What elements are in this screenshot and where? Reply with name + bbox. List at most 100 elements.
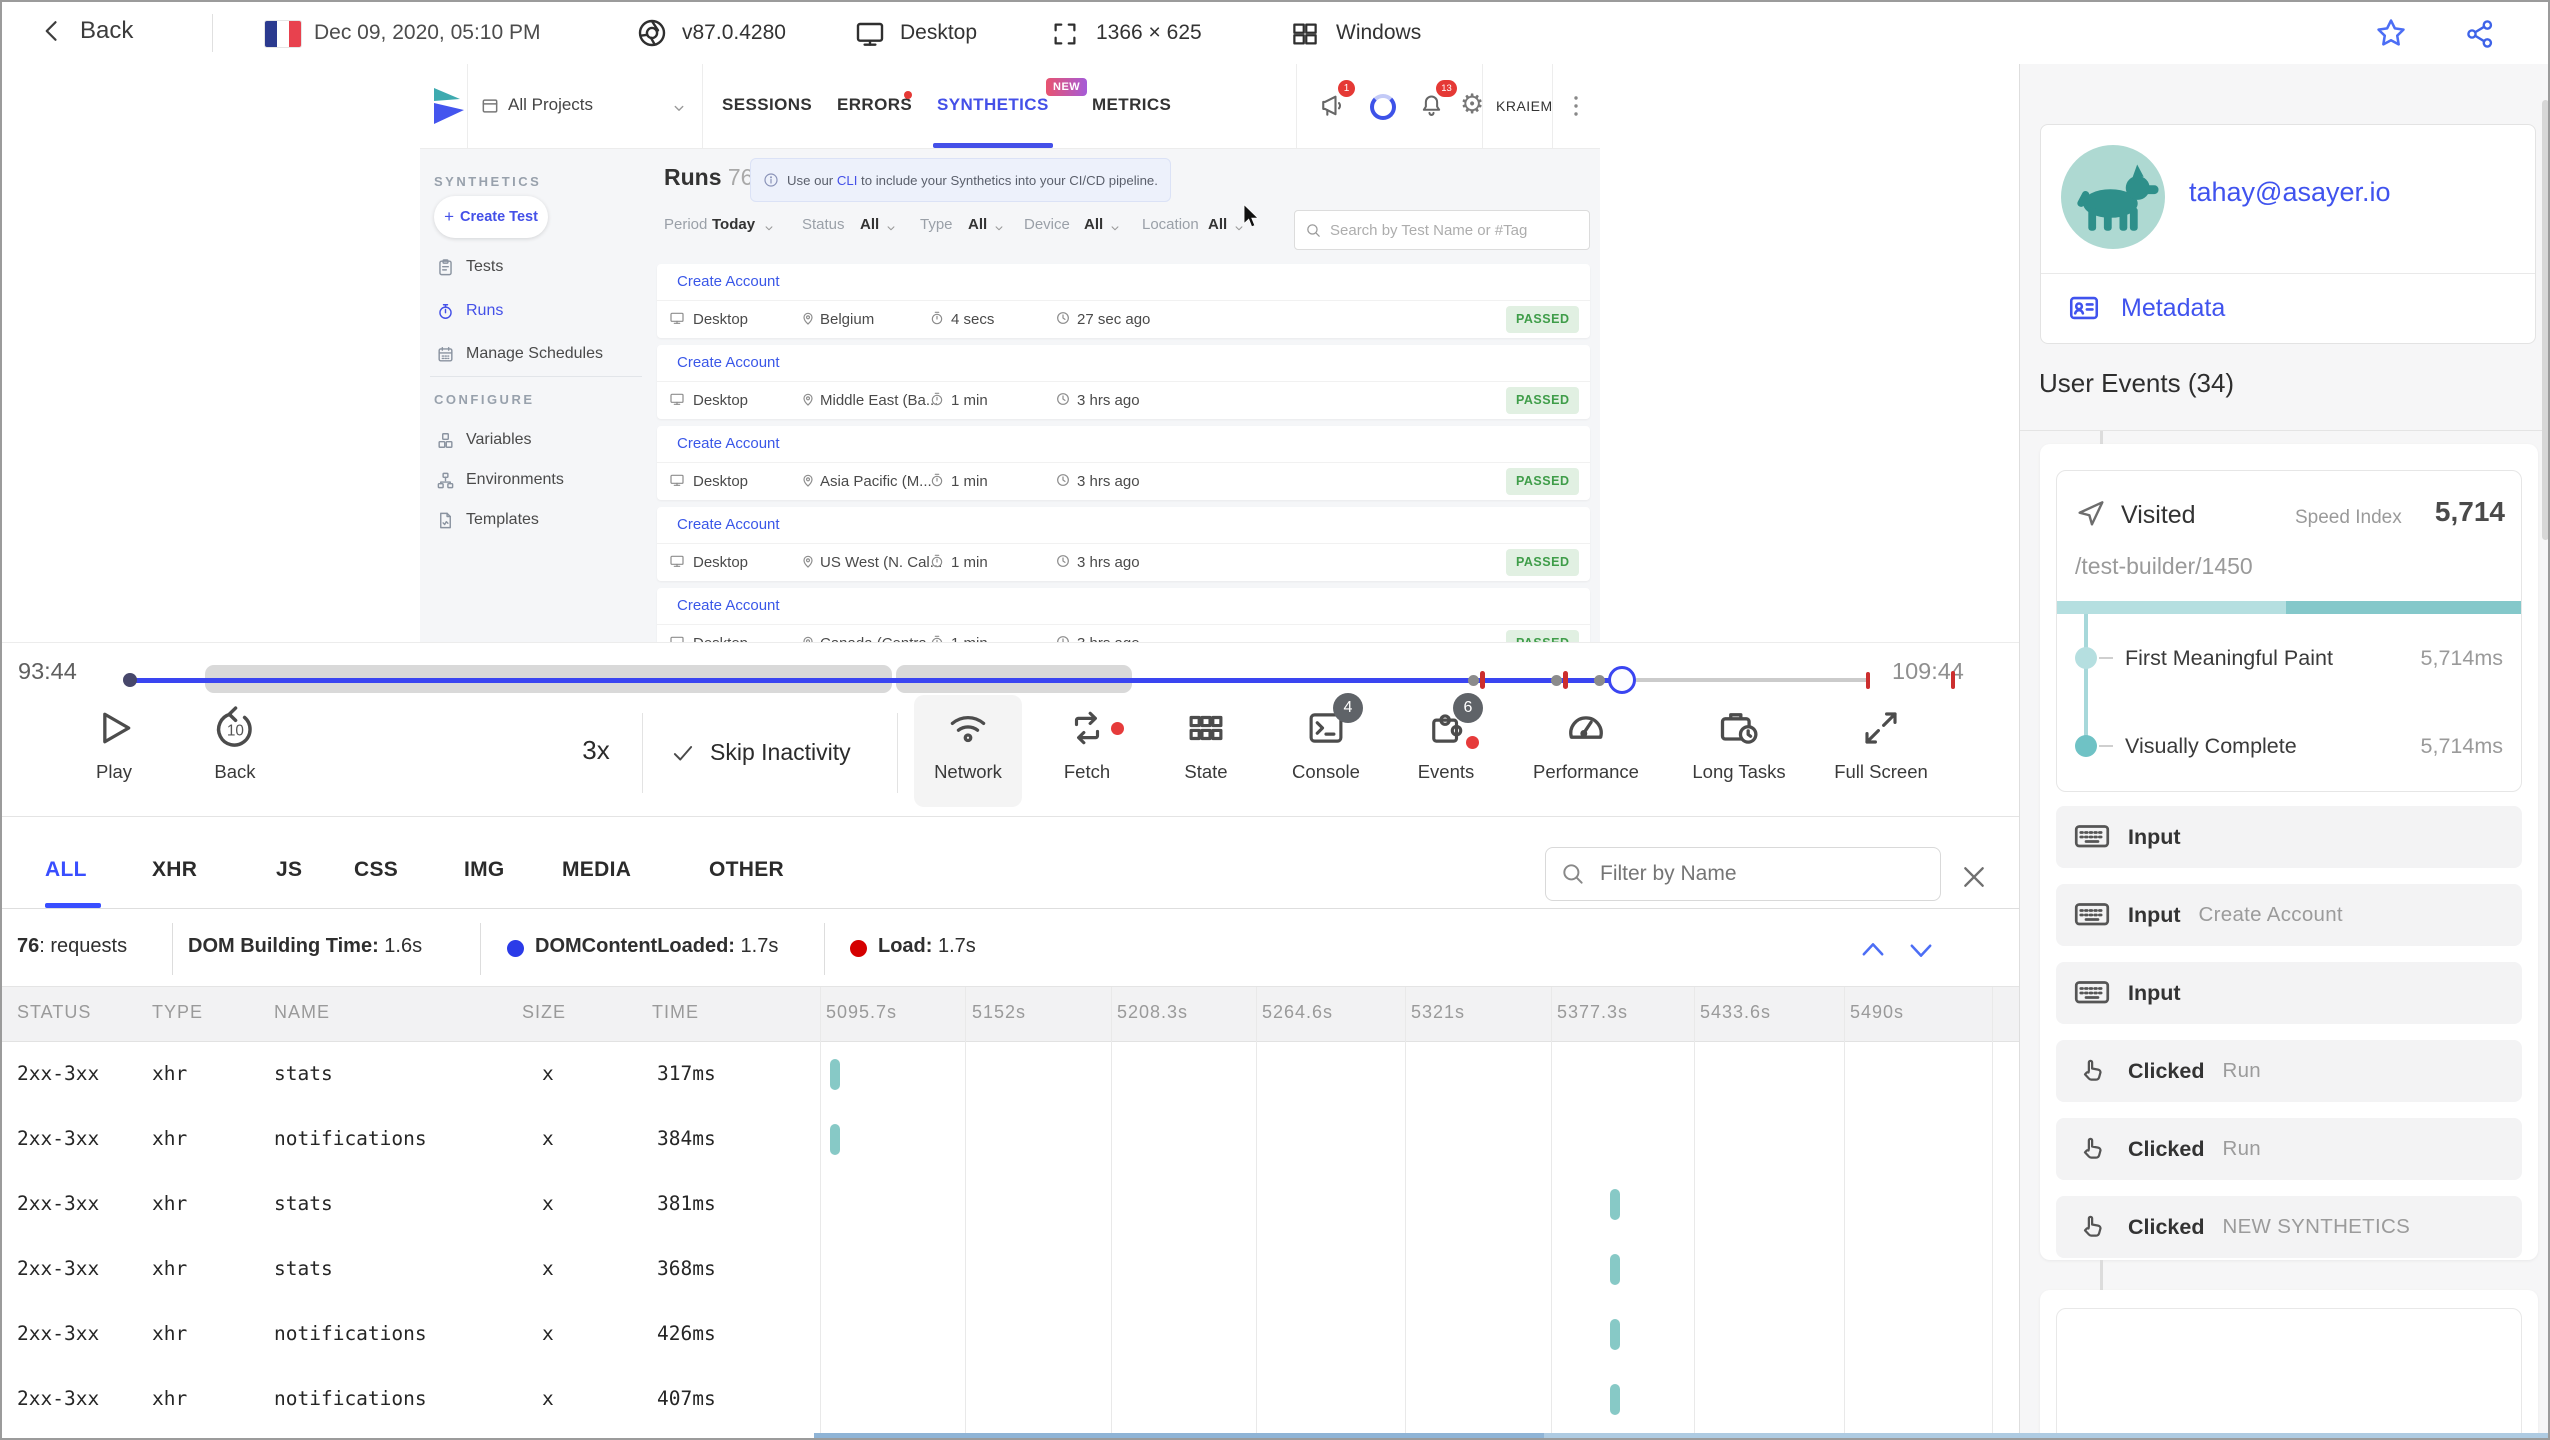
visited-label: Visited <box>2121 501 2196 529</box>
play-button[interactable]: Play <box>44 705 184 783</box>
fmp-value: 5,714ms <box>2420 646 2503 670</box>
user-email: tahay@asayer.io <box>2189 177 2391 207</box>
tab-media[interactable]: MEDIA <box>562 858 631 882</box>
next-event-card[interactable] <box>2056 1308 2522 1438</box>
animal-avatar-icon <box>2077 164 2159 231</box>
filter-device-value: All <box>1084 216 1104 233</box>
request-row[interactable]: 2xx-3xx xhr notifications x 426ms <box>2 1302 2019 1367</box>
location-pin-icon <box>800 310 816 326</box>
template-file-icon <box>436 511 455 530</box>
tab-other[interactable]: OTHER <box>709 858 784 882</box>
vc-value: 5,714ms <box>2420 734 2503 758</box>
location-pin-icon <box>800 391 816 407</box>
event-item-input[interactable]: Input <box>2056 962 2522 1024</box>
windows-icon <box>1290 19 1320 49</box>
visited-event-card[interactable]: Visited Speed Index 5,714 /test-builder/… <box>2056 470 2522 792</box>
horizontal-scrollbar-thumb[interactable] <box>814 1433 1544 1438</box>
gauge-icon <box>1563 705 1609 751</box>
bell-badge: 13 <box>1436 80 1457 97</box>
request-row[interactable]: 2xx-3xx xhr stats x 381ms <box>2 1172 2019 1237</box>
favorite-star-icon[interactable] <box>2374 16 2408 50</box>
session-replay-window: Back Dec 09, 2020, 05:10 PM v87.0.4280 D… <box>0 0 2550 1440</box>
request-row[interactable]: 2xx-3xx xhr notifications x 384ms <box>2 1107 2019 1172</box>
test-search-placeholder: Search by Test Name or #Tag <box>1330 221 1528 239</box>
run-card: Create Account Desktop Belgium 4 secs 27… <box>657 264 1590 338</box>
loading-spinner-icon <box>1370 94 1396 120</box>
col-size: SIZE <box>522 1002 567 1022</box>
app-user-name: KRAIEM <box>1496 98 1553 114</box>
event-item-input[interactable]: Input <box>2056 806 2522 868</box>
current-time: 93:44 <box>18 658 77 684</box>
app-sidebar-item-runs: Runs <box>466 302 504 319</box>
app-sidebar-section-configure: CONFIGURE <box>434 392 535 407</box>
timeline-progress[interactable] <box>130 677 1622 683</box>
request-row[interactable]: 2xx-3xx xhr notifications x 407ms <box>2 1367 2019 1432</box>
app-tab-synthetics: SYNTHETICS <box>937 95 1049 114</box>
hand-pointer-icon <box>2074 1055 2110 1087</box>
long-tasks-panel-toggle[interactable]: Long Tasks <box>1669 705 1809 783</box>
user-card: tahay@asayer.io Metadata <box>2040 124 2536 344</box>
events-panel-toggle[interactable]: 6 Events <box>1376 693 1516 783</box>
tab-xhr[interactable]: XHR <box>152 858 197 882</box>
plus-icon: + <box>444 207 455 226</box>
chevron-left-icon <box>38 16 68 46</box>
back-10s-button[interactable]: 10 Back <box>165 705 305 783</box>
event-item-clicked[interactable]: Clicked Run <box>2056 1040 2522 1102</box>
speed-control[interactable]: 3x <box>568 735 624 766</box>
event-item-clicked[interactable]: Clicked NEW SYNTHETICS <box>2056 1196 2522 1258</box>
share-icon[interactable] <box>2464 18 2496 50</box>
filter-period-value: Today <box>712 216 756 233</box>
play-icon <box>91 705 137 751</box>
run-title: Create Account <box>677 273 780 290</box>
back-button[interactable]: Back <box>38 16 133 46</box>
tab-js[interactable]: JS <box>276 858 302 882</box>
request-timing-bar <box>1610 1319 1620 1350</box>
os-name: Windows <box>1336 21 1422 44</box>
run-card: Create Account Desktop Canada (Centra...… <box>657 588 1590 642</box>
event-item-clicked[interactable]: Clicked Run <box>2056 1118 2522 1180</box>
project-chevron-down-icon <box>670 99 688 117</box>
full-screen-button[interactable]: Full Screen <box>1811 705 1951 783</box>
chrome-icon <box>636 17 668 49</box>
monitor-icon <box>669 634 685 642</box>
skip-inactivity-toggle[interactable]: Skip Inactivity <box>670 739 851 766</box>
timeline-knob[interactable] <box>1608 666 1636 694</box>
tab-img[interactable]: IMG <box>464 858 505 882</box>
create-test-label: Create Test <box>460 209 538 225</box>
app-tab-errors: ERRORS <box>837 95 913 114</box>
request-row[interactable]: 2xx-3xx xhr stats x 317ms <box>2 1042 2019 1107</box>
load-dot <box>850 940 867 957</box>
metadata-button[interactable]: Metadata <box>2065 291 2225 325</box>
filter-input-box <box>1545 847 1941 901</box>
performance-panel-toggle[interactable]: Performance <box>1516 705 1656 783</box>
tab-all[interactable]: ALL <box>45 858 87 882</box>
error-marker <box>1563 671 1568 689</box>
replay-stage: All Projects SESSIONS ERRORS SYNTHETICS … <box>2 64 2019 642</box>
cubes-icon <box>436 431 455 450</box>
filter-by-name-input[interactable] <box>1598 861 1926 887</box>
event-gray-dot <box>1468 674 1479 686</box>
tab-css[interactable]: CSS <box>354 858 398 882</box>
run-card: Create Account Desktop US West (N. Cal..… <box>657 507 1590 581</box>
monitor-icon <box>669 391 685 407</box>
create-test-button: + Create Test <box>434 196 548 238</box>
back-10-icon: 10 <box>212 705 258 751</box>
close-panel-icon[interactable] <box>1958 861 1990 893</box>
duration-stopwatch-icon <box>929 391 945 407</box>
col-type: TYPE <box>152 1002 204 1022</box>
console-panel-toggle[interactable]: 4 Console <box>1256 693 1396 783</box>
timeline-track-remaining[interactable] <box>1635 678 1870 682</box>
sidebar-scrollbar-thumb[interactable] <box>2542 100 2548 540</box>
event-item-input[interactable]: Input Create Account <box>2056 884 2522 946</box>
request-row[interactable]: 2xx-3xx xhr stats x 368ms <box>2 1237 2019 1302</box>
jump-next-icon[interactable] <box>1904 933 1938 967</box>
monitor-icon <box>669 310 685 326</box>
synthetics-tab-underline <box>933 143 1053 148</box>
jump-prev-icon[interactable] <box>1856 933 1890 967</box>
col-status: STATUS <box>17 1002 92 1022</box>
state-panel-toggle[interactable]: State <box>1136 705 1276 783</box>
duration-stopwatch-icon <box>929 310 945 326</box>
filter-status-label: Status <box>802 216 845 233</box>
error-marker <box>1480 671 1485 689</box>
clock-icon <box>1055 472 1071 488</box>
